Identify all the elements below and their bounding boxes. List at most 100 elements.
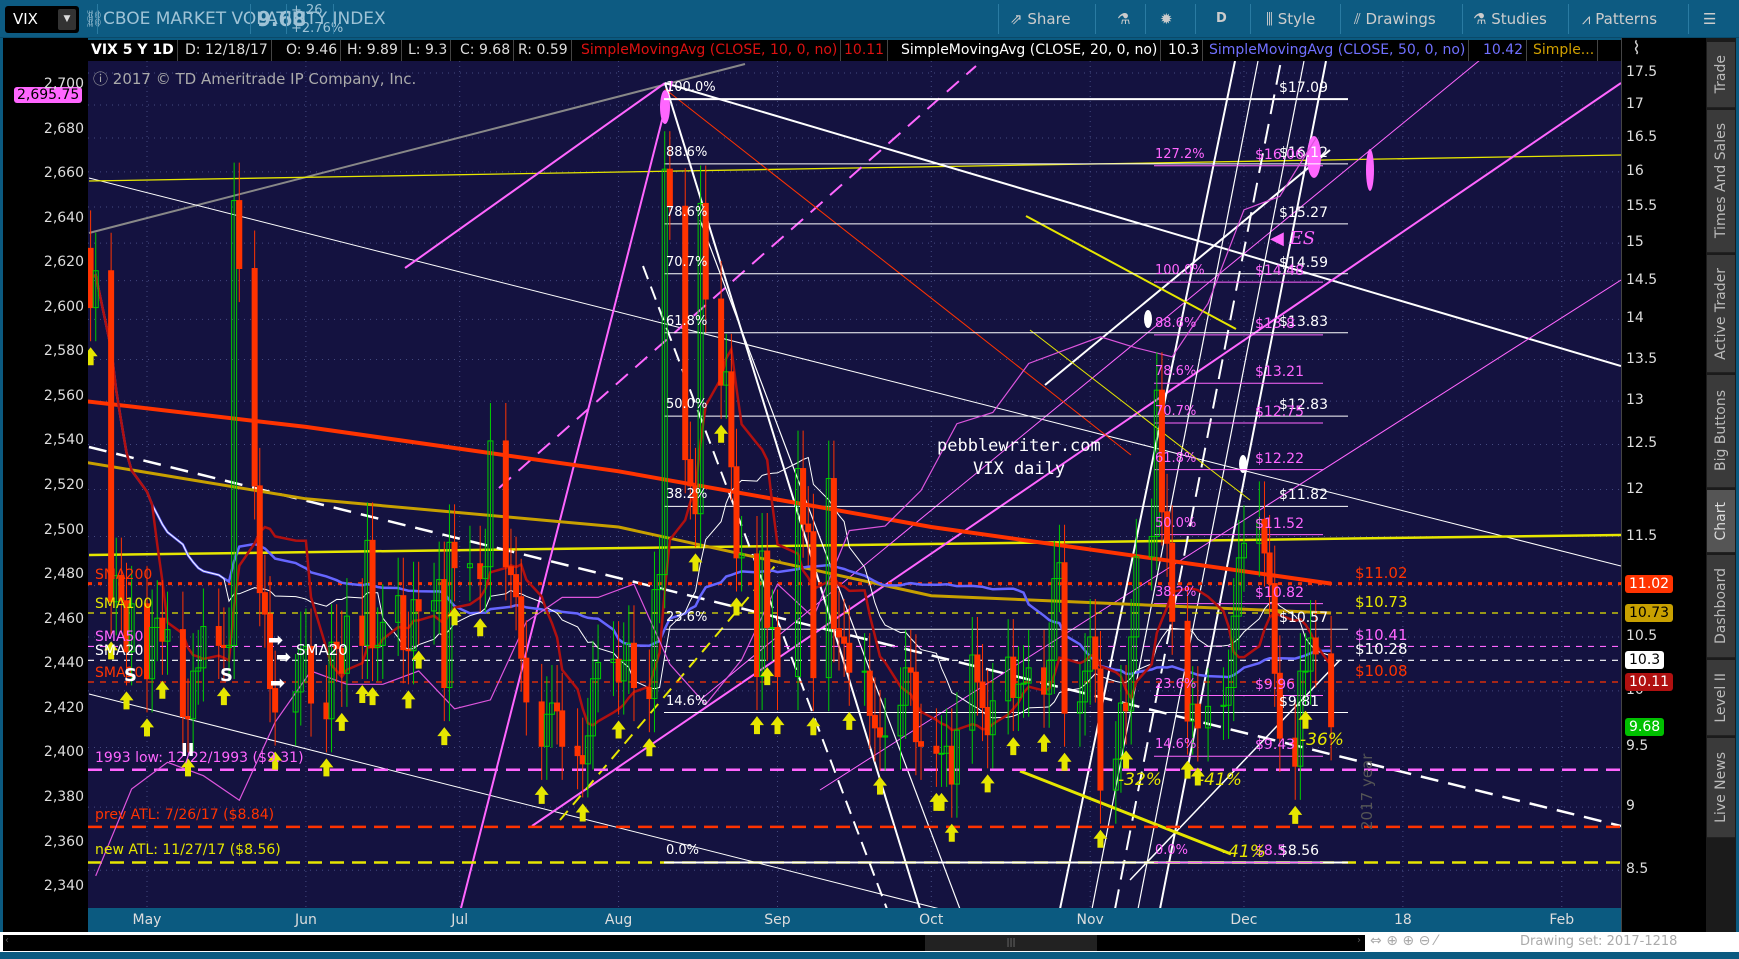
fib-pink-price: $14.48: [1255, 263, 1304, 280]
sma-level-price: $10.73: [1355, 593, 1408, 612]
candle-body: [451, 541, 458, 569]
info-icon[interactable]: ⓘ: [93, 70, 108, 88]
drawing-tool-icon[interactable]: ⁄: [1435, 933, 1437, 949]
fib-pink-price: $9.43: [1255, 737, 1296, 754]
pan-icon[interactable]: ⇔: [1370, 933, 1382, 949]
y-tick-label-right: 17.5: [1626, 64, 1658, 80]
x-tick-label: Jun: [294, 912, 317, 928]
fib-white-price: $15.27: [1279, 204, 1328, 221]
candle-body: [1194, 703, 1201, 729]
fib-white-price: $10.57: [1279, 610, 1328, 627]
candle-body: [108, 270, 115, 603]
y-tick-label-left: 2,480: [43, 566, 84, 583]
y-tick-label-left: 2,420: [43, 699, 84, 716]
y-tick-label-left: 2,580: [43, 343, 84, 360]
fib-pink-pct: 50.0%: [1155, 515, 1197, 531]
candle-body: [574, 745, 581, 757]
y-tick-label-right: 8.5: [1626, 861, 1649, 878]
scroll-right-icon[interactable]: ›: [1357, 935, 1361, 946]
sma-level-name: SMA100: [95, 596, 153, 613]
candle-body: [256, 485, 263, 594]
candle-body: [646, 687, 653, 700]
sidebar-tab-label: Big Buttons: [1713, 390, 1729, 472]
candle-body: [836, 628, 843, 638]
zoom-in-icon[interactable]: ⊕: [1402, 933, 1414, 949]
fib-white-pct: 50.0%: [666, 397, 708, 413]
y-tick-label-left: 2,360: [43, 833, 84, 850]
candle-body: [810, 531, 817, 679]
candle-body: [1092, 636, 1099, 670]
candle-body: [666, 168, 673, 207]
candle-body: [323, 702, 330, 720]
last-price-badge: 9.68: [1625, 717, 1665, 736]
chart-nav-tools: ⇔ ⊕ ⊕ ⊖ ⁄: [1370, 933, 1437, 949]
sma-price-badge: 10.3: [1625, 651, 1665, 670]
zoom-out-icon[interactable]: ⊖: [1419, 933, 1431, 949]
candle-body: [753, 553, 760, 678]
y-tick-label-right: 13.5: [1626, 350, 1658, 367]
sidebar-tab-big-buttons[interactable]: Big Buttons: [1707, 375, 1735, 488]
sma-price-badge: 11.02: [1625, 574, 1674, 593]
scroll-left-icon[interactable]: ‹: [5, 935, 9, 946]
fib-white-price: $9.81: [1279, 693, 1320, 710]
candle-body: [477, 563, 484, 580]
y-tick-label-right: 12: [1626, 480, 1644, 497]
fib-white-pct: 0.0%: [666, 843, 700, 859]
fib-white-pct: 100.0%: [666, 80, 716, 96]
y-tick-label-left: 2,560: [43, 387, 84, 404]
scrollbar-thumb[interactable]: |||: [925, 935, 1097, 951]
sidebar-tab-trade[interactable]: Trade: [1707, 42, 1735, 108]
pct-annotation: -36%: [1300, 730, 1344, 750]
y-tick-label-left: 2,340: [43, 878, 84, 895]
fib-pink-price: $16.06: [1255, 146, 1304, 163]
ii-marker: II: [181, 740, 195, 761]
key-level-label: new ATL: 11/27/17 ($8.56): [95, 842, 281, 859]
sma-level-name: SMA20: [95, 643, 144, 660]
plot-background: [88, 61, 1621, 908]
candle-body: [938, 752, 945, 755]
sidebar-tab-level-ii[interactable]: Level II: [1707, 660, 1735, 736]
sidebar-tab-times-and-sales[interactable]: Times And Sales: [1707, 110, 1735, 253]
fib-pink-pct: 0.0%: [1155, 843, 1189, 859]
x-tick-label: May: [132, 912, 162, 928]
fib-pink-pct: 23.6%: [1155, 676, 1197, 692]
crosshair-icon[interactable]: ⊕: [1386, 933, 1398, 949]
candle-body: [912, 671, 919, 743]
pct-annotation: -41%: [1222, 842, 1266, 862]
horizontal-scrollbar[interactable]: ||| ‹ ›: [3, 935, 1365, 951]
sidebar-tab-active-trader[interactable]: Active Trader: [1707, 255, 1735, 373]
fib-pink-pct: 78.6%: [1155, 364, 1197, 380]
y-tick-label-left: 2,620: [43, 254, 84, 271]
y-tick-label-right: 14.5: [1626, 271, 1658, 288]
candle-body: [554, 702, 561, 712]
sma-level-name: SMA200: [95, 566, 153, 583]
x-tick-label: Oct: [919, 912, 944, 928]
candle-body: [918, 741, 925, 747]
candle-body: [538, 701, 545, 747]
fib-pink-pct: 100.0%: [1155, 263, 1205, 279]
y-tick-label-left: 2,660: [43, 165, 84, 182]
candle-body: [718, 298, 725, 386]
y-tick-label-left: 2,520: [43, 477, 84, 494]
candle-body: [907, 667, 914, 673]
y-tick-label-left: 2,380: [43, 788, 84, 805]
fib-white-pct: 78.6%: [666, 204, 708, 220]
candle-body: [871, 714, 878, 729]
sma-price-badge: 10.11: [1625, 673, 1674, 692]
drawing-set[interactable]: Drawing set: 2017-1218: [1520, 934, 1677, 949]
sidebar-tab-chart[interactable]: Chart: [1707, 490, 1735, 553]
candle-body: [687, 459, 694, 487]
candle-body: [513, 574, 520, 598]
fib-pink-pct: 38.2%: [1155, 584, 1197, 600]
fib-white-price: $17.09: [1279, 80, 1328, 97]
candle-body: [841, 636, 848, 644]
y-tick-label-left: 2,460: [43, 610, 84, 627]
sidebar-tab-live-news[interactable]: Live News: [1707, 738, 1735, 838]
es-label: ES: [1289, 228, 1316, 249]
arrow-right-icon: ➡: [270, 673, 286, 694]
candle-body: [974, 654, 981, 683]
sidebar-tab-dashboard[interactable]: Dashboard: [1707, 555, 1735, 658]
candle-body: [1328, 653, 1335, 728]
candle-body: [1123, 702, 1130, 712]
fib-white-price: $11.82: [1279, 487, 1328, 504]
